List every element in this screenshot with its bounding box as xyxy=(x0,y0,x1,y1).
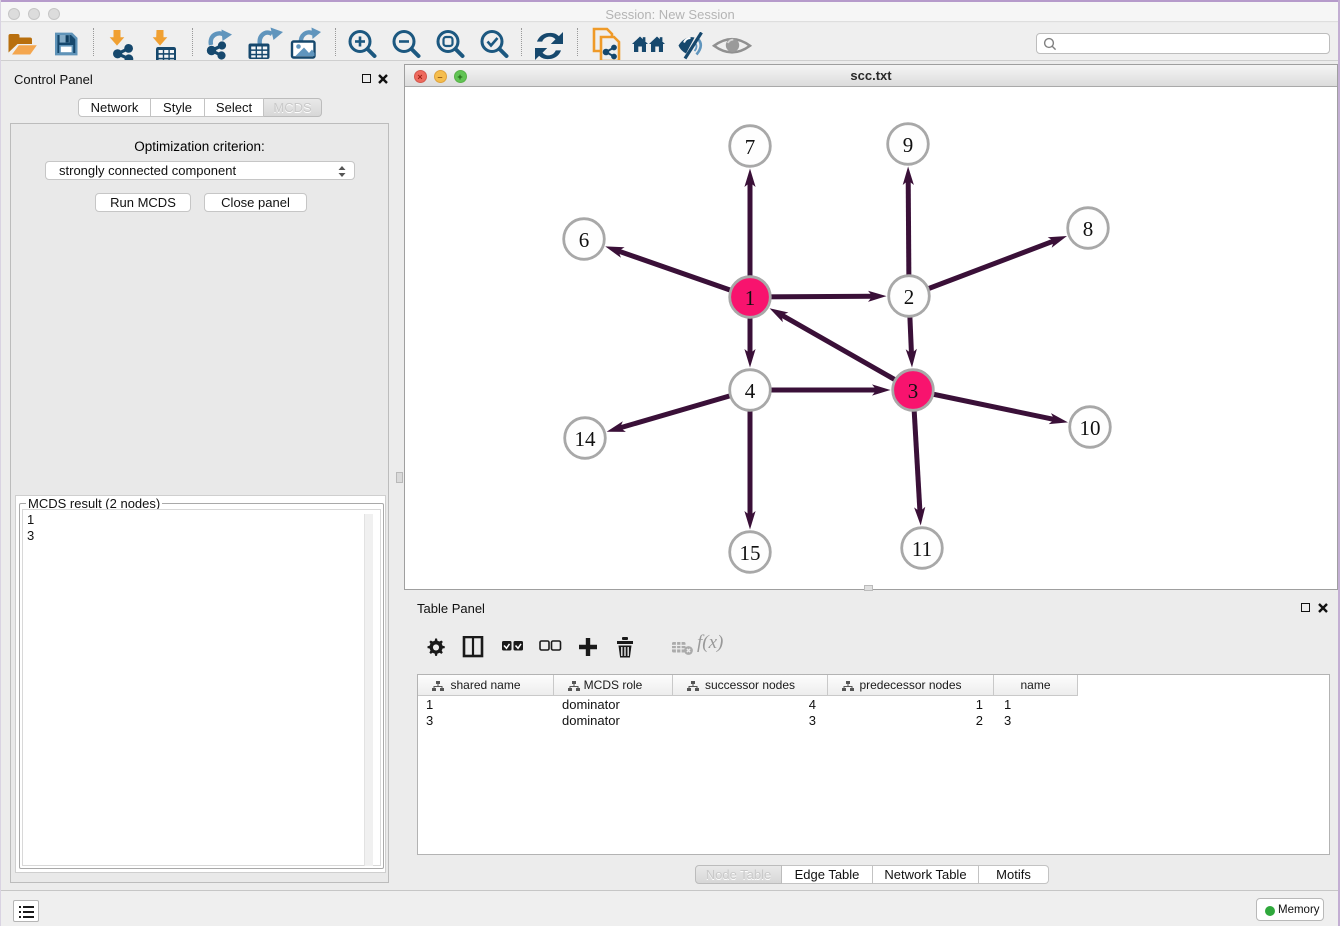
svg-text:9: 9 xyxy=(903,133,914,157)
svg-text:2: 2 xyxy=(904,285,915,309)
svg-text:1: 1 xyxy=(745,286,756,310)
svg-text:15: 15 xyxy=(740,541,761,565)
svg-text:8: 8 xyxy=(1083,217,1094,241)
svg-text:14: 14 xyxy=(575,427,597,451)
svg-text:7: 7 xyxy=(745,135,756,159)
svg-text:11: 11 xyxy=(912,537,932,561)
svg-text:4: 4 xyxy=(745,379,756,403)
svg-text:3: 3 xyxy=(908,379,919,403)
svg-text:10: 10 xyxy=(1080,416,1101,440)
svg-text:6: 6 xyxy=(579,228,590,252)
